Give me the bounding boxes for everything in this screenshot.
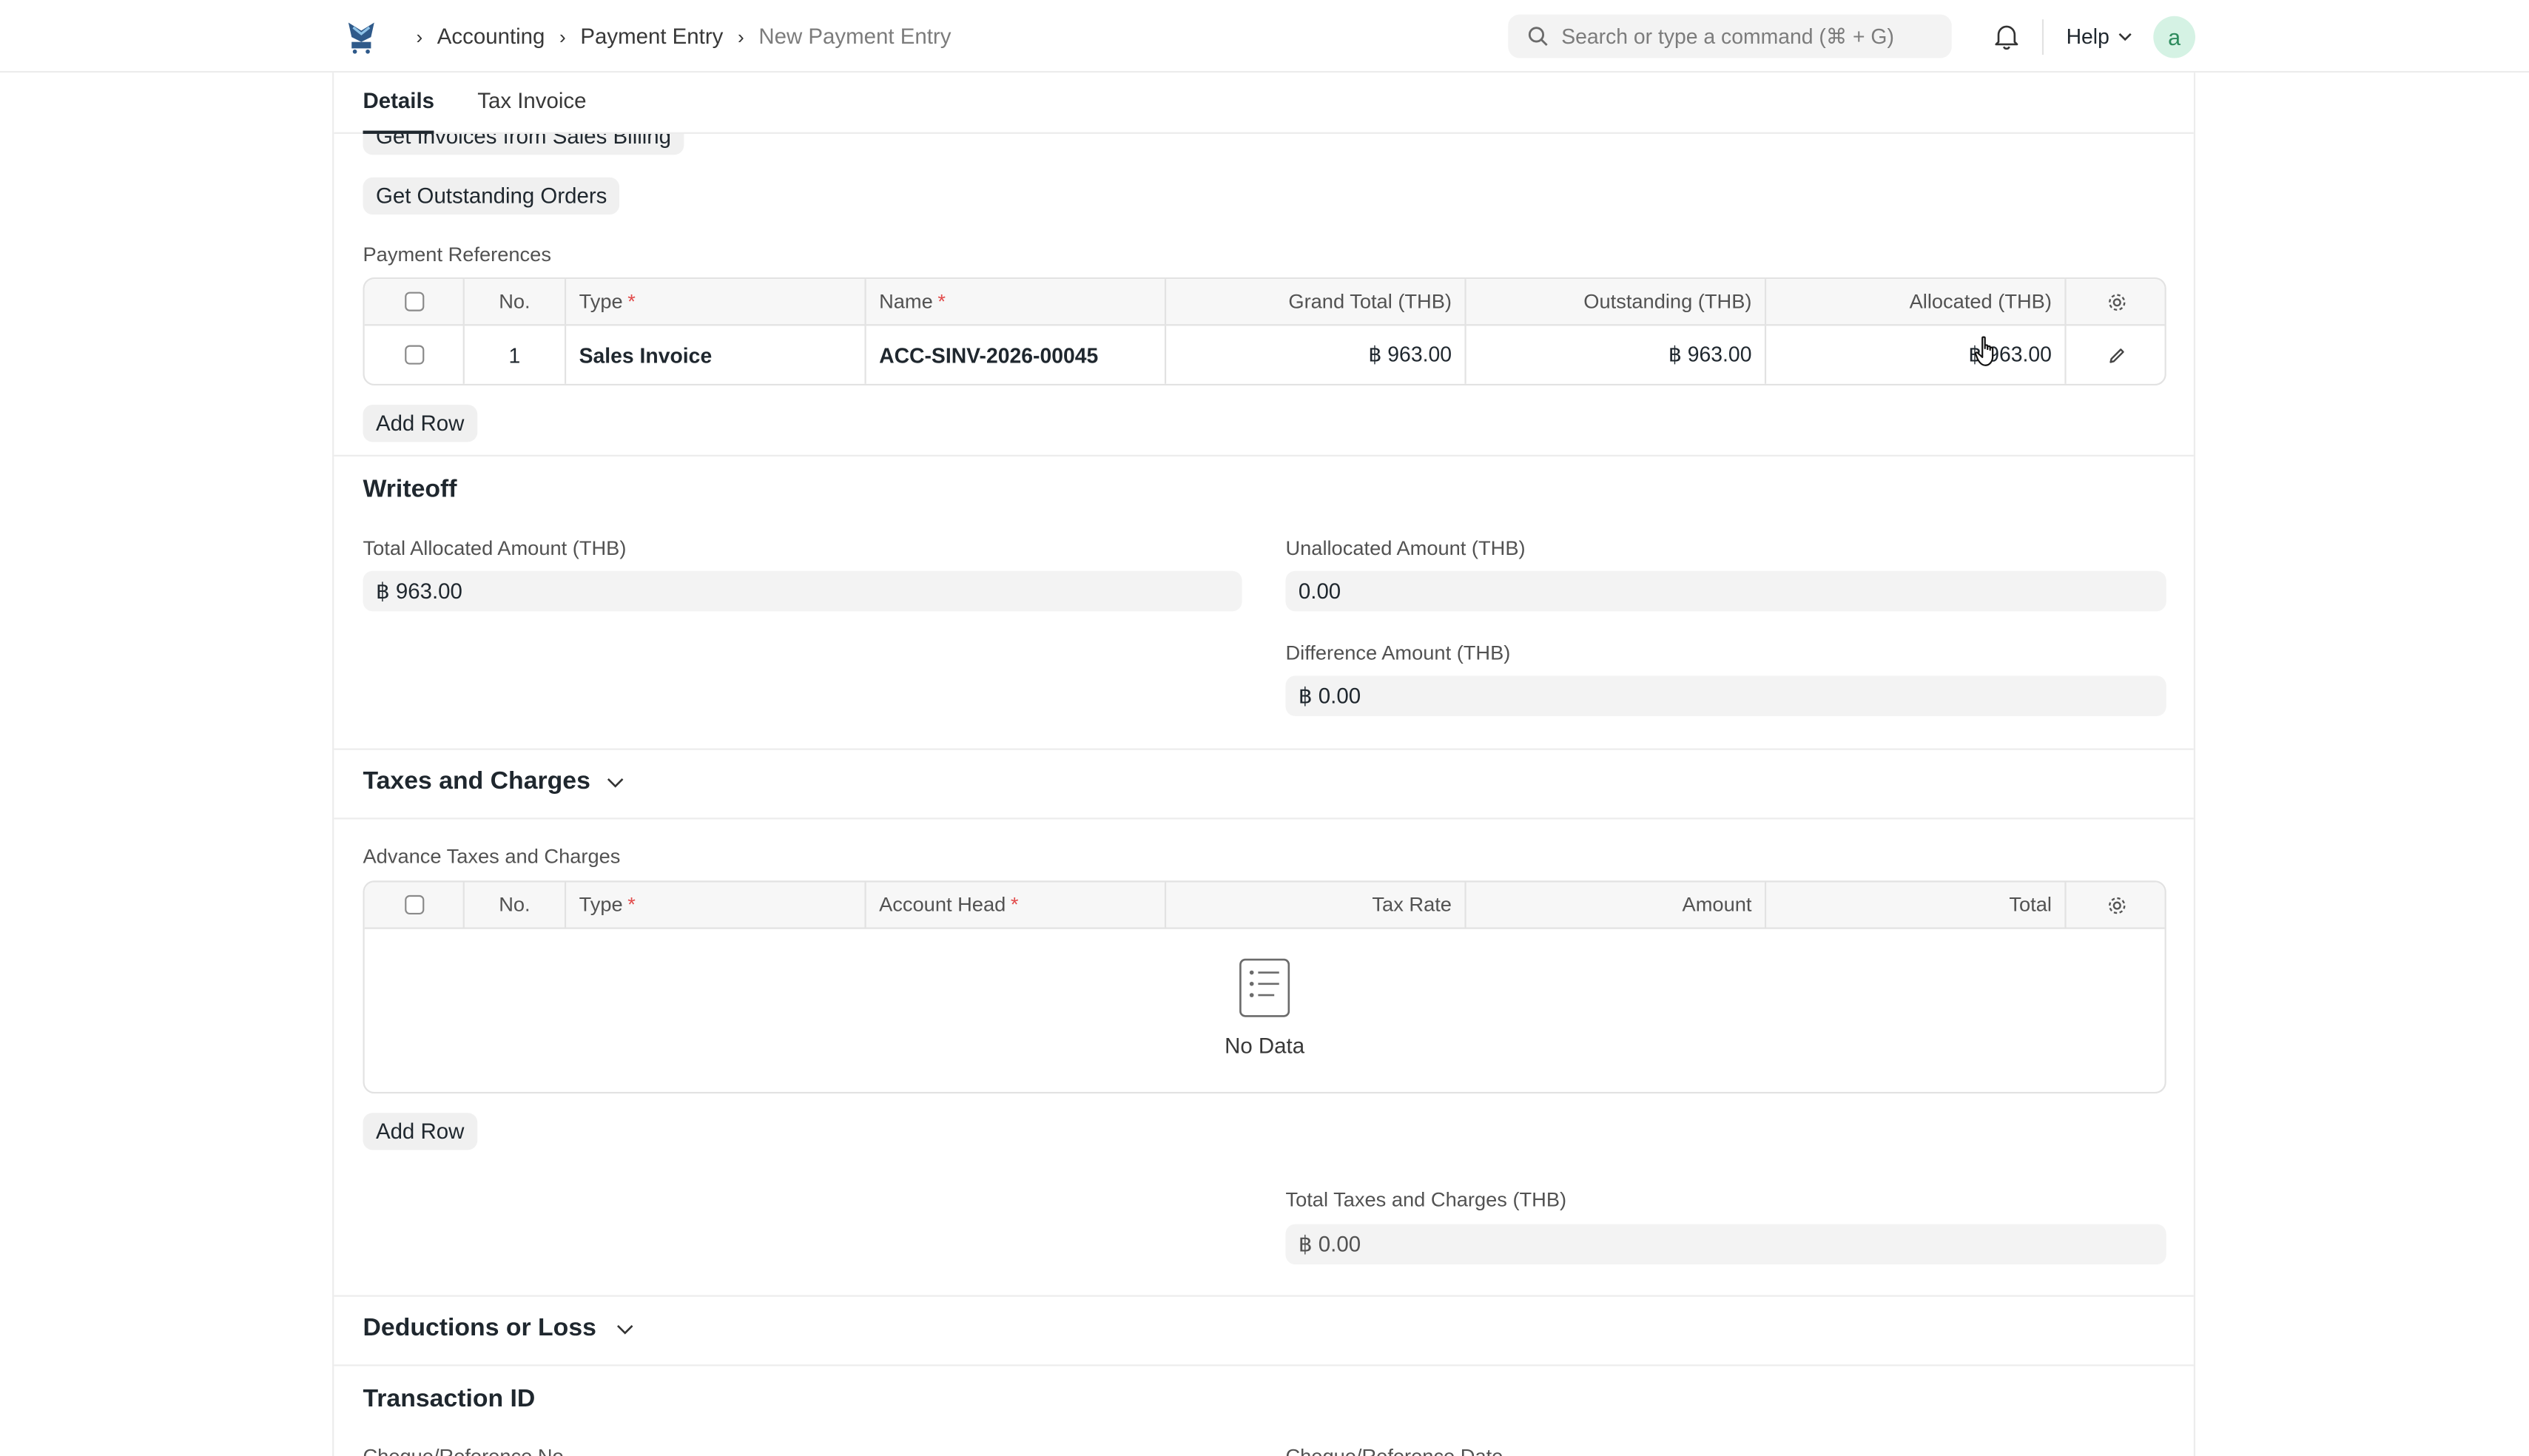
column-header-name-label: Name <box>879 290 933 313</box>
row-no: 1 <box>465 326 567 384</box>
total-taxes-field[interactable]: ฿ 0.00 <box>1285 1224 2166 1265</box>
get-outstanding-orders-button[interactable]: Get Outstanding Orders <box>363 177 620 215</box>
help-dropdown[interactable]: Help <box>2066 24 2132 49</box>
breadcrumb-payment-entry[interactable]: Payment Entry <box>580 24 723 49</box>
row-outstanding[interactable]: ฿ 963.00 <box>1466 326 1767 384</box>
row-allocated[interactable]: ฿ 963.00 <box>1766 326 2067 384</box>
column-header-type-label: Type <box>579 290 623 313</box>
breadcrumb-new-payment-entry[interactable]: New Payment Entry <box>758 24 951 49</box>
top-navbar: › Accounting › Payment Entry › New Payme… <box>0 0 2529 73</box>
active-tab-indicator <box>363 130 434 134</box>
required-asterisk: * <box>937 290 946 313</box>
chevron-right-icon: › <box>416 24 423 48</box>
table-header: No. Type * Account Head * Tax Rate Amount … <box>364 882 2165 929</box>
breadcrumb-accounting[interactable]: Accounting <box>437 24 545 49</box>
required-asterisk: * <box>1010 893 1019 917</box>
advance-taxes-table: No. Type * Account Head * Tax Rate Amount … <box>363 880 2166 1094</box>
column-header-name: Name * <box>866 279 1167 325</box>
column-header-account-head: Account Head * <box>866 882 1167 928</box>
required-asterisk: * <box>627 290 636 313</box>
column-header-no: No. <box>465 279 567 325</box>
column-header-amount: Amount <box>1466 882 1767 928</box>
cheque-reference-date-label: Cheque/Reference Date <box>1285 1445 1503 1456</box>
tab-details[interactable]: Details <box>363 89 435 113</box>
advance-taxes-label: Advance Taxes and Charges <box>363 845 621 868</box>
chevron-right-icon: › <box>738 24 744 48</box>
add-tax-row-button[interactable]: Add Row <box>363 1113 477 1150</box>
column-header-account-head-label: Account Head <box>879 893 1006 917</box>
empty-state: No Data <box>365 929 2165 1092</box>
row-select-cell <box>365 326 465 384</box>
search-input[interactable] <box>1561 24 1949 49</box>
add-row-button[interactable]: Add Row <box>363 405 477 442</box>
row-type[interactable]: Sales Invoice <box>566 326 866 384</box>
chevron-down-icon <box>2118 32 2132 41</box>
column-header-outstanding: Outstanding (THB) <box>1466 279 1767 325</box>
column-settings-cell <box>2067 279 2165 324</box>
breadcrumb: › Accounting › Payment Entry › New Payme… <box>406 0 956 73</box>
row-grand-total[interactable]: ฿ 963.00 <box>1166 326 1466 384</box>
column-header-no: No. <box>465 882 567 928</box>
search-icon <box>1528 27 1548 47</box>
notification-bell-icon[interactable] <box>1993 23 2019 50</box>
total-taxes-label: Total Taxes and Charges (THB) <box>1285 1188 1567 1212</box>
deductions-section-header[interactable]: Deductions or Loss <box>363 1315 634 1344</box>
section-divider <box>334 1295 2194 1297</box>
select-all-cell <box>365 279 465 325</box>
avatar[interactable]: a <box>2153 16 2195 58</box>
form-page: Get Invoices from Sales Billing Details … <box>332 73 2195 1456</box>
column-settings-cell <box>2067 882 2165 927</box>
app-logo[interactable] <box>343 18 379 56</box>
row-checkbox[interactable] <box>404 345 424 365</box>
payment-references-label: Payment References <box>363 243 551 266</box>
difference-amount-label: Difference Amount (THB) <box>1285 641 1511 665</box>
difference-amount-field[interactable]: ฿ 0.00 <box>1285 675 2166 716</box>
form-tabs: Details Tax Invoice <box>334 73 2194 134</box>
no-data-text: No Data <box>1225 1034 1305 1059</box>
cheque-reference-no-label: Cheque/Reference No <box>363 1445 564 1456</box>
section-divider <box>334 748 2194 750</box>
total-allocated-amount-label: Total Allocated Amount (THB) <box>363 536 627 560</box>
section-divider <box>334 454 2194 456</box>
column-header-tax-rate: Tax Rate <box>1166 882 1466 928</box>
navbar-divider <box>2041 19 2044 55</box>
table-header: No. Type * Name * Grand Total (THB) Outsta… <box>364 279 2165 326</box>
column-header-type: Type * <box>566 882 866 928</box>
row-name[interactable]: ACC-SINV-2026-00045 <box>866 326 1167 384</box>
transaction-section-title: Transaction ID <box>363 1385 536 1413</box>
help-label: Help <box>2066 24 2109 49</box>
total-allocated-amount-field[interactable]: ฿ 963.00 <box>363 570 1242 612</box>
column-header-allocated: Allocated (THB) <box>1766 279 2067 325</box>
search-bar[interactable] <box>1508 14 1952 58</box>
gear-icon[interactable] <box>2107 291 2127 311</box>
select-all-checkbox[interactable] <box>404 894 424 915</box>
row-edit-cell <box>2067 326 2165 383</box>
section-divider <box>334 1364 2194 1366</box>
column-header-grand-total: Grand Total (THB) <box>1166 279 1466 325</box>
required-asterisk: * <box>627 893 636 917</box>
chevron-down-icon <box>616 1324 633 1334</box>
tab-tax-invoice[interactable]: Tax Invoice <box>477 89 586 113</box>
chevron-right-icon: › <box>559 24 566 48</box>
deductions-section-title: Deductions or Loss <box>363 1314 596 1342</box>
select-all-checkbox[interactable] <box>404 291 424 311</box>
column-header-type-label: Type <box>579 893 623 917</box>
writeoff-section-title: Writeoff <box>363 476 457 504</box>
no-data-icon <box>1239 958 1290 1017</box>
taxes-section-title: Taxes and Charges <box>363 767 590 795</box>
mouse-cursor-icon <box>1974 336 1994 366</box>
chevron-down-icon <box>607 777 624 787</box>
column-header-type: Type * <box>566 279 866 325</box>
table-row[interactable]: 1 Sales Invoice ACC-SINV-2026-00045 ฿ 96… <box>365 326 2165 384</box>
unallocated-amount-label: Unallocated Amount (THB) <box>1285 536 1526 560</box>
gear-icon[interactable] <box>2107 894 2127 915</box>
edit-pencil-icon[interactable] <box>2108 346 2126 364</box>
select-all-cell <box>365 882 465 928</box>
payment-references-table: No. Type * Name * Grand Total (THB) Outsta… <box>363 277 2166 386</box>
unallocated-amount-field[interactable]: 0.00 <box>1285 570 2166 612</box>
column-header-total: Total <box>1766 882 2067 928</box>
taxes-section-header[interactable]: Taxes and Charges <box>363 768 624 797</box>
section-divider <box>334 818 2194 820</box>
